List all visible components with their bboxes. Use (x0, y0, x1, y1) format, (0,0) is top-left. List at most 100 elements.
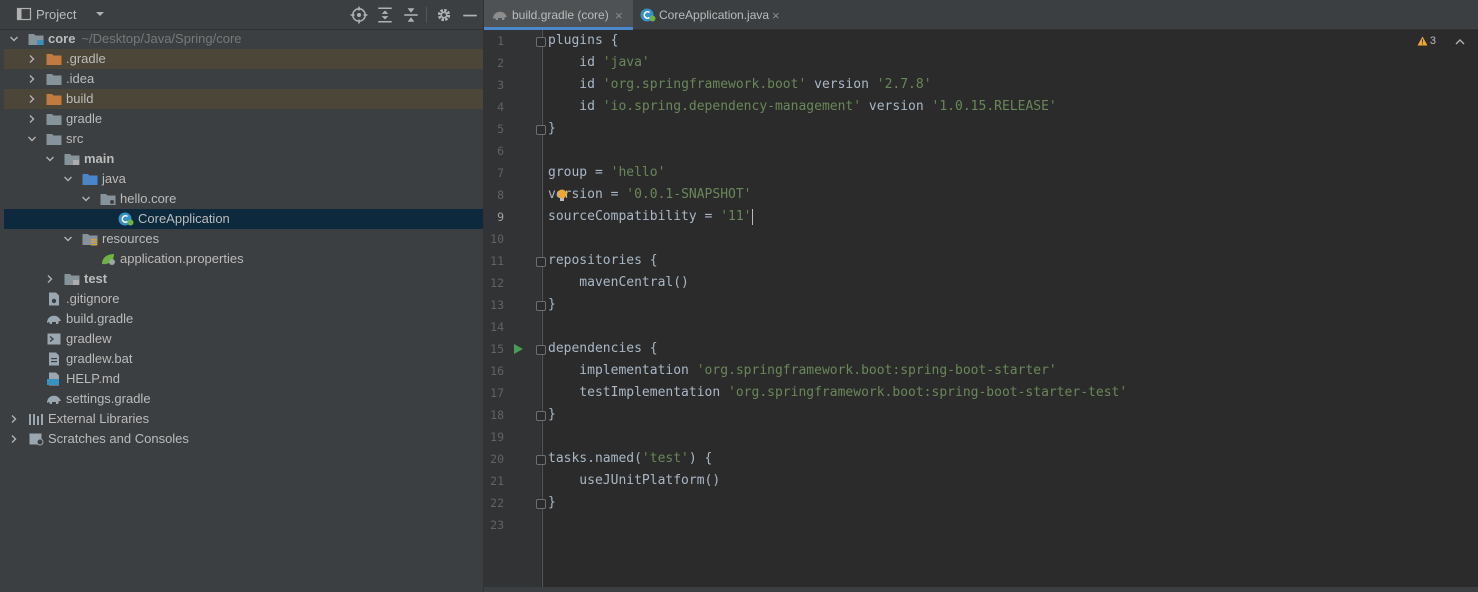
tree-item-core[interactable]: core ~/Desktop/Java/Spring/core (4, 29, 483, 49)
chevron-down-icon[interactable] (62, 233, 74, 245)
tree-item-label: application.properties (120, 251, 244, 266)
code-line: } (548, 297, 556, 312)
tree-item-coreapplication[interactable]: CoreApplication (4, 209, 483, 229)
tree-item-name: Scratches and Consoles (48, 431, 189, 446)
minimize-icon[interactable] (461, 6, 479, 24)
tree-item-gradlew[interactable]: gradlew (4, 329, 483, 349)
fold-marker-icon[interactable] (536, 499, 546, 509)
code-token: useJUnitPlatform() (548, 473, 721, 488)
chevron-right-icon[interactable] (26, 113, 38, 125)
chevron-down-icon[interactable] (8, 33, 20, 45)
tree-item-name: .gitignore (66, 291, 120, 306)
code-token: id (548, 55, 603, 70)
tree-item-application-properties[interactable]: application.properties (4, 249, 483, 269)
tree-item-resources[interactable]: resources (4, 229, 483, 249)
code-token: tasks.named( (548, 451, 642, 466)
code-line: version = '0.0.1-SNAPSHOT' (548, 187, 752, 202)
tree-item-build[interactable]: build (4, 89, 483, 109)
close-icon[interactable]: × (615, 8, 623, 23)
collapse-all-icon[interactable] (402, 6, 420, 24)
chevron-right-icon[interactable] (26, 53, 38, 65)
tree-item-scratches-and-consoles[interactable]: Scratches and Consoles (4, 429, 483, 449)
chevron-down-icon[interactable] (62, 173, 74, 185)
line-number: 2 (497, 56, 504, 70)
fold-marker-icon[interactable] (536, 301, 546, 311)
libraries-icon (28, 412, 44, 426)
tree-item-test[interactable]: test (4, 269, 483, 289)
tree-item-name: settings.gradle (66, 391, 151, 406)
line-number: 8 (497, 188, 504, 202)
tree-item-label: java (102, 171, 126, 186)
locate-target-icon[interactable] (350, 6, 368, 24)
tree-item-src[interactable]: src (4, 129, 483, 149)
run-icon[interactable] (514, 344, 523, 354)
fold-marker-icon[interactable] (536, 257, 546, 267)
fold-marker-icon[interactable] (536, 125, 546, 135)
line-number: 11 (490, 254, 504, 268)
inspection-widget[interactable]: 3 (1417, 35, 1436, 47)
code-token: implementation (548, 363, 697, 378)
project-title[interactable]: Project (36, 7, 76, 22)
tree-item-build-gradle[interactable]: build.gradle (4, 309, 483, 329)
fold-marker-icon[interactable] (536, 455, 546, 465)
tab-core-application[interactable]: CoreApplication.java × (634, 0, 784, 30)
chevron-down-icon[interactable] (80, 193, 92, 205)
project-tool-window: Project core ~/Desktop/Java/Spring/core .g… (0, 0, 483, 592)
code-line: testImplementation 'org.springframework.… (548, 385, 1127, 400)
line-number: 9 (497, 210, 504, 224)
tree-item-gitignore[interactable]: .gitignore (4, 289, 483, 309)
fold-marker-icon[interactable] (536, 37, 546, 47)
chevron-down-icon[interactable] (26, 133, 38, 145)
tree-item-name: hello.core (120, 191, 177, 206)
gear-icon[interactable] (435, 6, 453, 24)
chevron-right-icon[interactable] (8, 413, 20, 425)
chevron-down-icon[interactable] (44, 153, 56, 165)
chevron-down-icon[interactable] (92, 6, 108, 22)
tree-item-name: CoreApplication (138, 211, 230, 226)
chevron-right-icon[interactable] (44, 273, 56, 285)
source-set-folder-icon (64, 272, 80, 286)
fold-marker-icon[interactable] (536, 345, 546, 355)
tree-item-external-libraries[interactable]: External Libraries (4, 409, 483, 429)
tree-item-settings-gradle[interactable]: settings.gradle (4, 389, 483, 409)
tree-item-label: .gradle (66, 51, 106, 66)
code-token: version (861, 99, 932, 114)
chevron-up-icon[interactable] (1454, 36, 1466, 48)
close-icon[interactable]: × (772, 8, 780, 23)
tab-build-gradle[interactable]: build.gradle (core) × (484, 0, 633, 30)
tree-item-hello-core[interactable]: hello.core (4, 189, 483, 209)
tree-item-gradle[interactable]: gradle (4, 109, 483, 129)
tree-item-help-md[interactable]: HELP.md (4, 369, 483, 389)
code-token: } (548, 121, 556, 136)
expand-all-icon[interactable] (376, 6, 394, 24)
lightbulb-icon[interactable] (556, 189, 568, 202)
string-literal: 'org.springframework.boot' (602, 77, 807, 92)
string-literal: '11' (720, 209, 752, 224)
fold-marker-icon[interactable] (536, 411, 546, 421)
tree-item-gradlew-bat[interactable]: gradlew.bat (4, 349, 483, 369)
project-view-icon[interactable] (16, 6, 32, 22)
toolbar-separator (426, 7, 427, 23)
chevron-right-icon[interactable] (26, 93, 38, 105)
code-line: } (548, 121, 556, 136)
line-number: 15 (490, 342, 504, 356)
tree-item-label: main (84, 151, 114, 166)
code-line: tasks.named('test') { (548, 451, 712, 466)
line-number: 14 (490, 320, 504, 334)
code-editor[interactable]: 1 2 3 4 5 6 7 8 9 10 11 12 13 14 15 16 17 18 19 20 21 22 23 3 … (484, 30, 1478, 587)
tree-item-java[interactable]: java (4, 169, 483, 189)
editor-gutter[interactable]: 1 2 3 4 5 6 7 8 9 10 11 12 13 14 15 16 17 18 19 20 21 22 23 (484, 30, 541, 587)
tree-item-label: hello.core (120, 191, 176, 206)
tree-item-label: External Libraries (48, 411, 149, 426)
tree-item-gradle[interactable]: .gradle (4, 49, 483, 69)
chevron-right-icon[interactable] (8, 433, 20, 445)
line-number: 20 (490, 452, 504, 466)
chevron-right-icon[interactable] (26, 73, 38, 85)
line-number: 4 (497, 100, 504, 114)
line-number: 12 (490, 276, 504, 290)
tree-item-idea[interactable]: .idea (4, 69, 483, 89)
spring-class-icon (118, 212, 134, 226)
tree-item-main[interactable]: main (4, 149, 483, 169)
tree-item-label: settings.gradle (66, 391, 151, 406)
package-icon (100, 192, 116, 206)
